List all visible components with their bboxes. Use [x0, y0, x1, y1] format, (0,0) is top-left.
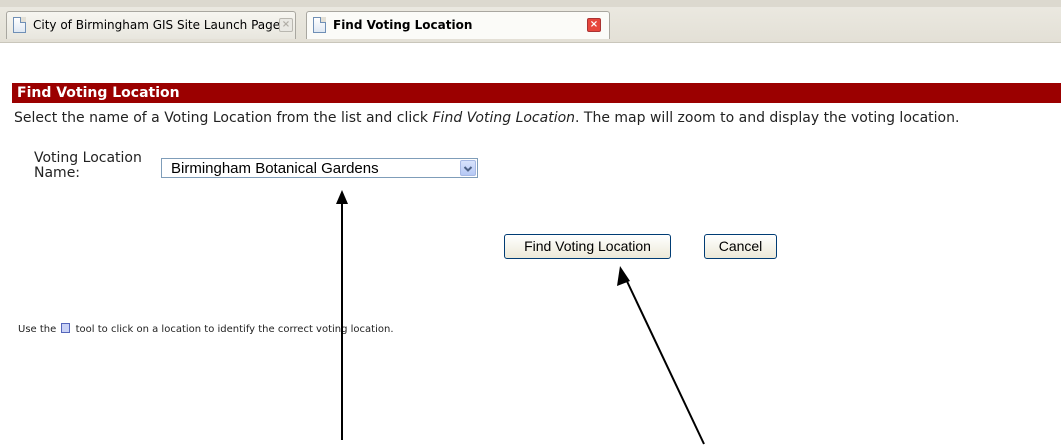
arrow-to-select — [336, 190, 348, 440]
annotation-overlay — [336, 190, 705, 445]
arrow-to-find-button — [617, 266, 705, 445]
